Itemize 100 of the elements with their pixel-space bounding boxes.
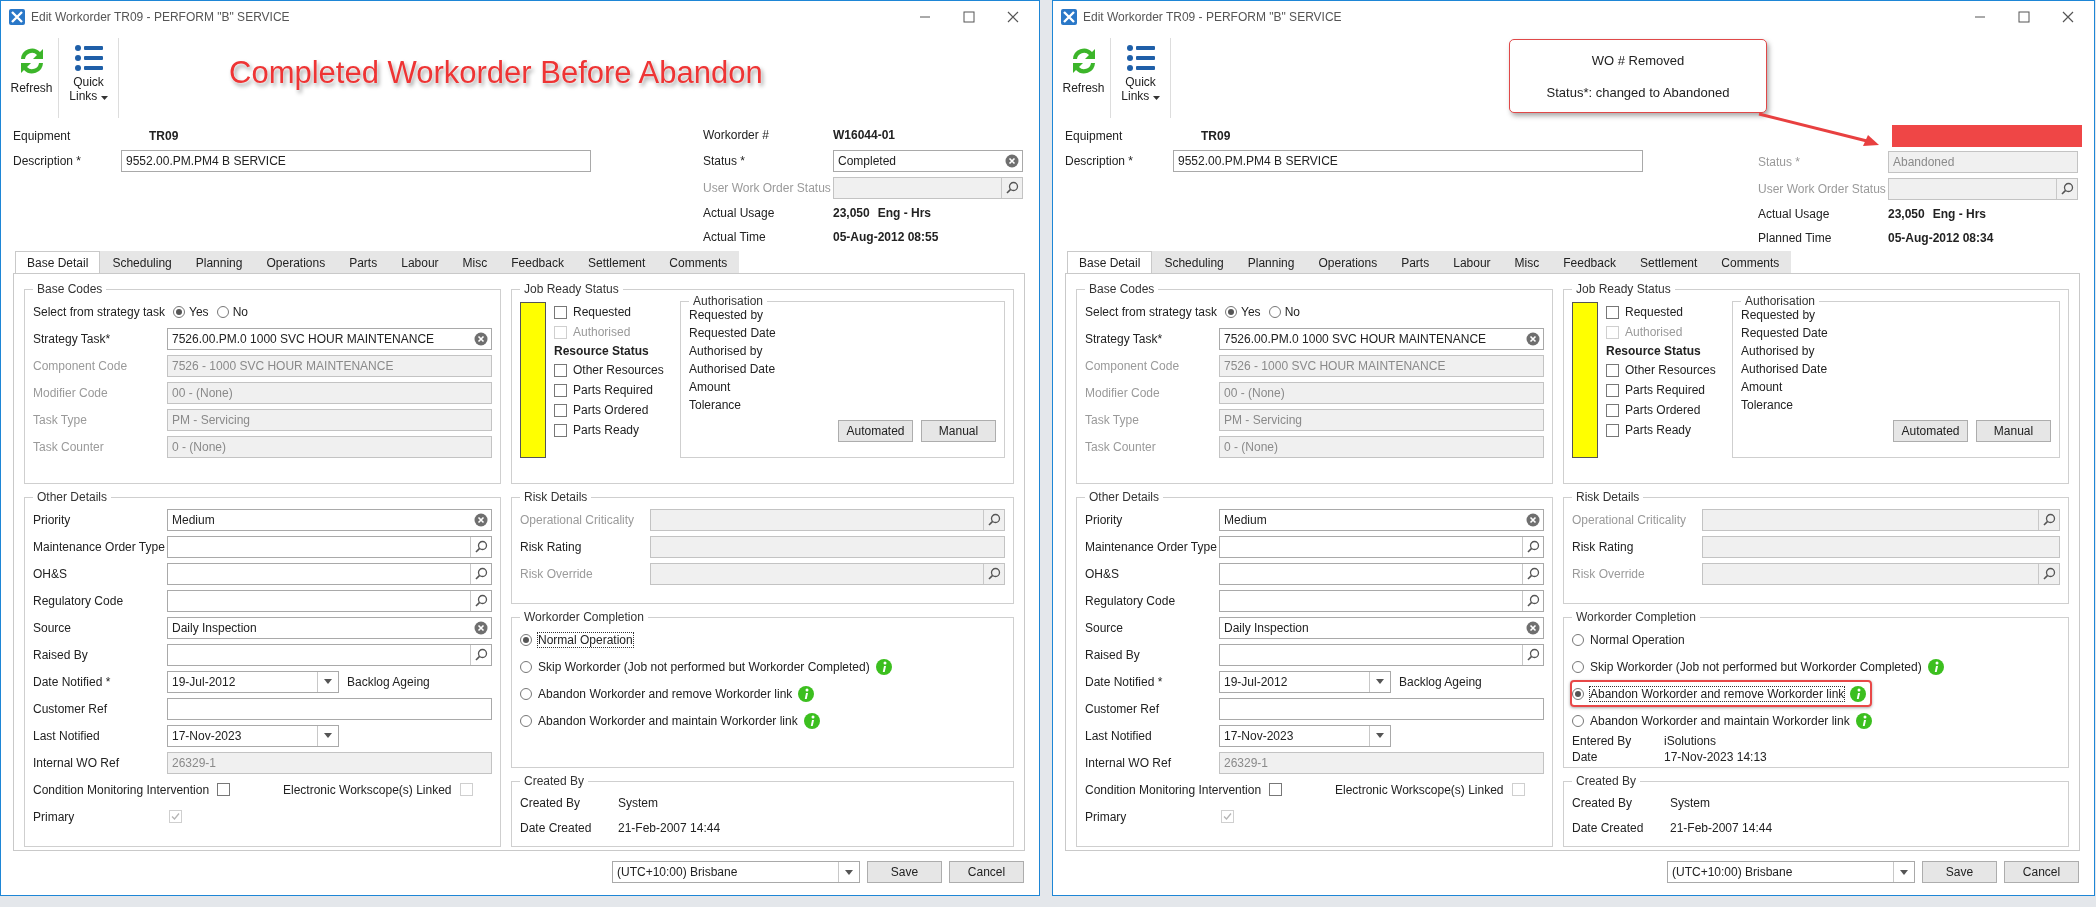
text-field[interactable]: [1219, 535, 1544, 558]
radio-label[interactable]: Skip Workorder (Job not performed but Workorder Completed): [1590, 659, 1922, 674]
radio-label[interactable]: Yes: [189, 304, 209, 319]
tab[interactable]: Planning: [183, 251, 255, 273]
checkbox[interactable]: [554, 383, 567, 397]
text-field[interactable]: [650, 535, 1005, 558]
radio-button[interactable]: [1572, 714, 1584, 727]
text-field[interactable]: Completed: [833, 149, 1023, 172]
info-icon[interactable]: [875, 658, 892, 675]
text-field[interactable]: [1219, 643, 1544, 666]
tab[interactable]: Settlement: [575, 251, 658, 273]
tab[interactable]: Scheduling: [1152, 251, 1236, 273]
tab[interactable]: Labour: [1441, 251, 1503, 273]
radio-button[interactable]: [173, 305, 186, 318]
checkbox[interactable]: [1606, 423, 1619, 437]
clear-icon[interactable]: [474, 512, 488, 527]
tab[interactable]: Feedback: [499, 251, 576, 273]
action-button[interactable]: Cancel: [949, 861, 1024, 883]
action-button[interactable]: Save: [1922, 861, 1997, 883]
radio-label[interactable]: Skip Workorder (Job not performed but Workorder Completed): [538, 659, 870, 674]
caret-icon[interactable]: [324, 679, 332, 684]
tab[interactable]: Parts: [1389, 251, 1442, 273]
radio-button[interactable]: [520, 687, 532, 700]
clear-icon[interactable]: [474, 331, 488, 346]
text-field[interactable]: [1702, 535, 2060, 558]
tab[interactable]: Settlement: [1627, 251, 1710, 273]
clear-icon[interactable]: [474, 620, 488, 635]
tab[interactable]: Base Detail: [1067, 251, 1153, 273]
action-button[interactable]: Automated: [1893, 420, 1968, 442]
radio-button[interactable]: [520, 633, 532, 646]
tab[interactable]: Scheduling: [100, 251, 184, 273]
close-icon[interactable]: [1007, 11, 1019, 23]
radio-label[interactable]: Yes: [1241, 304, 1261, 319]
text-field[interactable]: [167, 562, 492, 585]
tab[interactable]: Operations: [254, 251, 338, 273]
caret-icon[interactable]: [1376, 679, 1384, 684]
checkbox[interactable]: [554, 305, 567, 319]
toolbar-button[interactable]: Quick Links: [59, 38, 119, 118]
radio-button[interactable]: [520, 714, 532, 727]
text-field[interactable]: [1219, 562, 1544, 585]
text-field[interactable]: 7526.00.PM.0 1000 SVC HOUR MAINTENANCE: [167, 327, 492, 350]
caret-icon[interactable]: [1900, 869, 1908, 875]
radio-button[interactable]: [1572, 660, 1584, 673]
toolbar-button[interactable]: Refresh: [1057, 38, 1111, 118]
action-button[interactable]: Cancel: [2004, 861, 2079, 883]
tab[interactable]: Operations: [1306, 251, 1390, 273]
radio-label[interactable]: Abandon Workorder and remove Workorder link: [1590, 686, 1845, 701]
search-icon[interactable]: [474, 594, 488, 607]
toolbar-button[interactable]: Refresh: [5, 38, 59, 118]
info-icon[interactable]: [1927, 658, 1944, 675]
checkbox[interactable]: [1606, 383, 1619, 397]
checkbox[interactable]: [554, 403, 567, 417]
search-icon[interactable]: [474, 540, 488, 553]
text-field[interactable]: [167, 535, 492, 558]
text-field[interactable]: [167, 643, 492, 666]
radio-label[interactable]: Normal Operation: [538, 632, 633, 647]
clear-icon[interactable]: [1526, 331, 1540, 346]
maximize-icon[interactable]: [2018, 11, 2030, 23]
checkbox[interactable]: [1269, 783, 1283, 796]
clear-icon[interactable]: [1526, 620, 1540, 635]
caret-icon[interactable]: [100, 96, 108, 100]
text-field[interactable]: Medium: [167, 508, 492, 531]
radio-button[interactable]: [1268, 305, 1281, 318]
radio-label[interactable]: No: [232, 304, 248, 319]
info-icon[interactable]: [1855, 712, 1872, 729]
checkbox[interactable]: [217, 783, 231, 796]
tab[interactable]: Comments: [1709, 251, 1792, 273]
text-field[interactable]: (UTC+10:00) Brisbane: [612, 861, 860, 883]
search-icon[interactable]: [474, 567, 488, 580]
close-icon[interactable]: [2062, 11, 2074, 23]
radio-label[interactable]: Abandon Workorder and remove Workorder link: [538, 686, 793, 701]
radio-button[interactable]: [1572, 633, 1584, 646]
action-button[interactable]: Save: [867, 861, 942, 883]
tab[interactable]: Misc: [1502, 251, 1552, 273]
caret-icon[interactable]: [1152, 96, 1160, 100]
clear-icon[interactable]: [1005, 153, 1019, 168]
action-button[interactable]: Manual: [921, 420, 996, 442]
text-field[interactable]: 17-Nov-2023: [1219, 724, 1391, 747]
radio-label[interactable]: Abandon Workorder and maintain Workorder link: [1590, 713, 1850, 728]
search-icon[interactable]: [474, 648, 488, 661]
tab[interactable]: Planning: [1235, 251, 1307, 273]
info-icon[interactable]: [798, 685, 815, 702]
text-field[interactable]: Daily Inspection: [1219, 616, 1544, 639]
search-icon[interactable]: [1526, 567, 1540, 580]
text-field[interactable]: 7526.00.PM.0 1000 SVC HOUR MAINTENANCE: [1219, 327, 1544, 350]
action-button[interactable]: Manual: [1976, 420, 2051, 442]
checkbox[interactable]: [554, 423, 567, 437]
radio-button[interactable]: [216, 305, 229, 318]
checkbox[interactable]: [1606, 305, 1619, 319]
caret-icon[interactable]: [324, 733, 332, 738]
text-field[interactable]: [1219, 589, 1544, 612]
text-field[interactable]: 9552.00.PM.PM4 B SERVICE: [121, 149, 591, 172]
radio-label[interactable]: Abandon Workorder and maintain Workorder link: [538, 713, 798, 728]
text-field[interactable]: 9552.00.PM.PM4 B SERVICE: [1173, 149, 1643, 172]
text-field[interactable]: 19-Jul-2012: [167, 670, 339, 693]
action-button[interactable]: Automated: [838, 420, 913, 442]
text-field[interactable]: 17-Nov-2023: [167, 724, 339, 747]
tab[interactable]: Labour: [389, 251, 451, 273]
text-field[interactable]: [1219, 697, 1544, 720]
radio-label[interactable]: Normal Operation: [1590, 632, 1685, 647]
